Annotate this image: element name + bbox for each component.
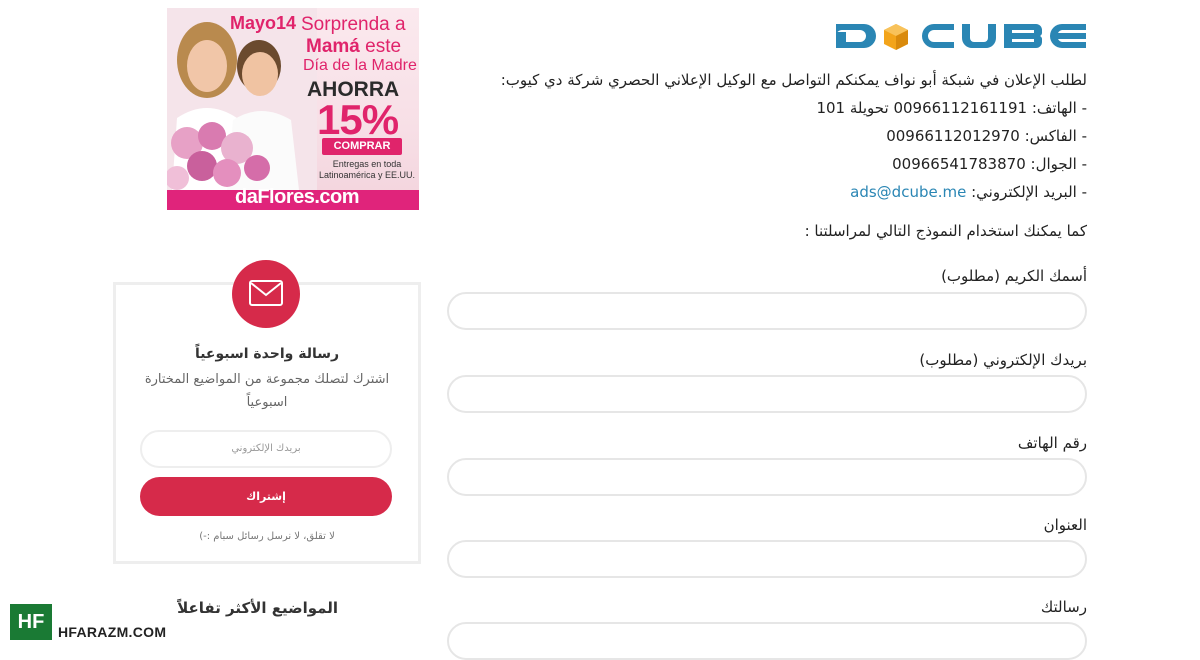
contact-intro: لطلب الإعلان في شبكة أبو نواف يمكنكم الت… [500, 71, 1087, 89]
email-link[interactable]: ads@dcube.me [850, 183, 966, 201]
ad-line2: Mamá este [306, 36, 401, 58]
phone-line: - الهاتف: 00966112161191 تحويلة 101 [467, 94, 1087, 122]
ad-percent: 15% [317, 96, 399, 143]
phone-label-field: رقم الهاتف [1017, 434, 1087, 452]
phone-label: - الهاتف: [1031, 99, 1087, 117]
popular-topics-heading: المواضيع الأكثر تفاعلاً [177, 599, 338, 617]
ad-date-num: 14 [276, 13, 297, 33]
ad-line1: Sorprenda a [301, 14, 406, 35]
fax-line: - الفاكس: 00966112012970 [467, 122, 1087, 150]
contact-info: لطلب الإعلان في شبكة أبو نواف يمكنكم الت… [467, 66, 1087, 206]
phone-input[interactable] [447, 458, 1087, 496]
phone-value: 00966112161191 تحويلة 101 [816, 99, 1028, 117]
newsletter-desc: اشترك لتصلك مجموعة من المواضيع المختارة … [144, 372, 390, 410]
ad-line2-rest: este [359, 36, 402, 57]
ad-shipping-note: Entregas en toda Latinoamérica y EE.UU. [318, 159, 416, 180]
address-input[interactable] [447, 540, 1087, 578]
dcube-logo[interactable] [834, 20, 1088, 52]
hf-badge: HF [10, 604, 52, 640]
email-line: - البريد الإلكتروني: ads@dcube.me [467, 178, 1087, 206]
ad-photo [167, 8, 317, 190]
ad-banner[interactable]: Mayo14 Sorprenda a Mamá este Día de la M… [167, 8, 419, 210]
newsletter-note: لا تقلق، لا نرسل رسائل سبام :-) [199, 531, 335, 542]
name-label: أسمك الكريم (مطلوب) [941, 267, 1087, 285]
message-label: رسالتك [1040, 598, 1087, 616]
ad-brand: daFlores.com [235, 186, 360, 208]
address-label: العنوان [1043, 516, 1087, 534]
mobile-label: - الجوال: [1030, 155, 1087, 173]
form-intro: كما يمكنك استخدام النموذج التالي لمراسلت… [804, 222, 1087, 240]
ad-line3: Día de la Madre [303, 57, 417, 74]
newsletter-icon-circle [232, 260, 300, 328]
message-textarea[interactable] [447, 622, 1087, 660]
fax-value: 00966112012970 [886, 127, 1020, 145]
ad-line2-bold: Mamá [306, 36, 360, 57]
name-input[interactable] [447, 292, 1087, 330]
fax-label: - الفاكس: [1024, 127, 1087, 145]
subscribe-button[interactable]: إشتراك [140, 477, 392, 516]
ad-date: Mayo14 [230, 13, 296, 34]
envelope-icon [249, 280, 283, 306]
mobile-value: 00966541783870 [892, 155, 1026, 173]
newsletter-title: رسالة واحدة اسبوعياً [194, 346, 340, 362]
email-label: - البريد الإلكتروني: [971, 183, 1087, 201]
hf-site-name: HFARAZM.COM [58, 624, 167, 640]
email-label: بريدك الإلكتروني (مطلوب) [919, 351, 1087, 369]
mobile-line: - الجوال: 00966541783870 [467, 150, 1087, 178]
email-input[interactable] [447, 375, 1087, 413]
ad-buy-button[interactable]: COMPRAR [322, 138, 402, 155]
ad-date-text: Mayo [230, 13, 277, 33]
newsletter-email-input[interactable]: بريدك الإلكتروني [140, 430, 392, 468]
